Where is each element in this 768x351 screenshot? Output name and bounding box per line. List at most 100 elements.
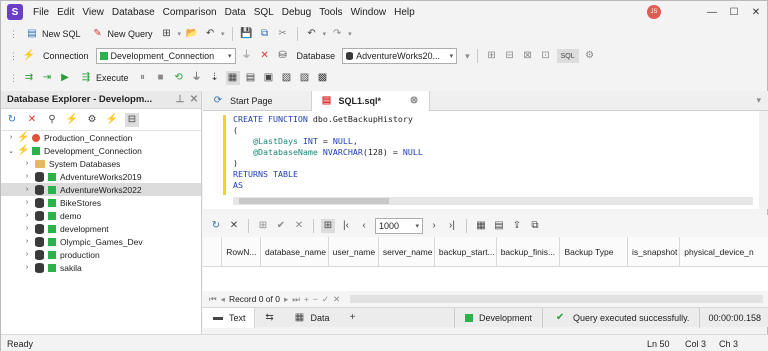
- tree-item[interactable]: › ⚡ Production_Connection: [1, 131, 201, 144]
- copy-results-icon[interactable]: ⧉: [528, 219, 542, 233]
- undo-arrow-icon[interactable]: ↶: [305, 27, 319, 41]
- column-header[interactable]: is_snapshot: [628, 237, 681, 267]
- nav-first-icon[interactable]: ⏮: [209, 294, 217, 305]
- play-icon[interactable]: ▶: [58, 71, 72, 85]
- expander-icon[interactable]: ›: [23, 251, 31, 258]
- menu-file[interactable]: File: [29, 7, 53, 18]
- expander-icon[interactable]: ›: [23, 264, 31, 271]
- next-page-icon[interactable]: ›: [427, 219, 441, 233]
- tab-text[interactable]: ▬ Text: [203, 307, 255, 328]
- tab-data[interactable]: ▦ Data: [285, 308, 338, 328]
- chart-icon[interactable]: ▨: [298, 71, 312, 85]
- query-tool-icon-1[interactable]: ⊞: [485, 49, 499, 63]
- run-script-icon[interactable]: ⇉: [22, 71, 36, 85]
- grid-view-icon[interactable]: ▦: [474, 219, 488, 233]
- stop-icon[interactable]: ■: [154, 71, 168, 85]
- profiler-icon[interactable]: ⇣: [208, 71, 222, 85]
- collapse-all-icon[interactable]: ⊟: [125, 112, 139, 127]
- nav-remove-icon[interactable]: −: [313, 294, 318, 304]
- last-page-icon[interactable]: ›|: [445, 219, 459, 233]
- new-item-icon[interactable]: ⊞: [160, 27, 174, 41]
- column-header[interactable]: server_name: [378, 237, 435, 267]
- text-mode-icon[interactable]: ▤: [244, 71, 258, 85]
- disconnect-icon[interactable]: ✕: [258, 49, 272, 63]
- apply-icon[interactable]: ✔: [274, 219, 288, 233]
- query-tool-icon-3[interactable]: ⊠: [521, 49, 535, 63]
- column-header[interactable]: RowN...: [222, 237, 261, 267]
- code-hscrollbar[interactable]: [233, 197, 753, 205]
- query-tool-icon-4[interactable]: ⊡: [539, 49, 553, 63]
- query-tool-icon-2[interactable]: ⊟: [503, 49, 517, 63]
- tree-item[interactable]: › demo: [1, 209, 201, 222]
- undo-icon[interactable]: ↶: [203, 27, 217, 41]
- tab-sql1[interactable]: ▤ SQL1.sql* ⊗: [310, 90, 431, 111]
- menu-database[interactable]: Database: [108, 7, 159, 18]
- export-icon[interactable]: ▧: [280, 71, 294, 85]
- pause-icon[interactable]: ⏸: [136, 71, 150, 85]
- form-view-icon[interactable]: ▤: [492, 219, 506, 233]
- code-vscrollbar[interactable]: [759, 111, 768, 209]
- expander-icon[interactable]: ›: [23, 160, 31, 167]
- nav-add-icon[interactable]: +: [304, 294, 309, 304]
- menu-view[interactable]: View: [78, 7, 108, 18]
- expander-icon[interactable]: ›: [23, 186, 31, 193]
- minimize-icon[interactable]: —: [701, 7, 723, 18]
- expander-icon[interactable]: ›: [23, 238, 31, 245]
- maximize-icon[interactable]: ☐: [723, 7, 745, 18]
- report-icon[interactable]: ▩: [316, 71, 330, 85]
- avatar[interactable]: JS: [647, 5, 661, 19]
- nav-next-icon[interactable]: ▸: [284, 294, 288, 305]
- new-connection-icon[interactable]: ⚡: [65, 113, 79, 127]
- save-icon[interactable]: 💾: [240, 27, 254, 41]
- expander-icon[interactable]: ›: [7, 134, 15, 141]
- nav-prev-icon[interactable]: ◂: [221, 294, 225, 305]
- tree-item[interactable]: › development: [1, 222, 201, 235]
- tree-item[interactable]: ⌄ ⚡ Development_Connection: [1, 144, 201, 157]
- refresh-results-icon[interactable]: ↻: [209, 219, 223, 233]
- plan-icon[interactable]: ⏚: [190, 71, 204, 85]
- prev-page-icon[interactable]: ‹: [357, 219, 371, 233]
- expander-icon[interactable]: ›: [23, 212, 31, 219]
- expander-icon[interactable]: ›: [23, 173, 31, 180]
- menu-tools[interactable]: Tools: [315, 7, 346, 18]
- open-folder-icon[interactable]: 📂: [185, 27, 199, 41]
- expander-icon[interactable]: ›: [23, 225, 31, 232]
- cut-icon[interactable]: ✂: [276, 27, 290, 41]
- history-icon[interactable]: ⟲: [172, 71, 186, 85]
- disconnect-all-icon[interactable]: ⚡: [105, 113, 119, 127]
- tree-item[interactable]: › AdventureWorks2019: [1, 170, 201, 183]
- menu-help[interactable]: Help: [390, 7, 419, 18]
- tree-item[interactable]: › AdventureWorks2022: [1, 183, 201, 196]
- menu-sql[interactable]: SQL: [250, 7, 278, 18]
- new-sql-button[interactable]: ▤ New SQL: [22, 25, 84, 43]
- discard-icon[interactable]: ✕: [292, 219, 306, 233]
- tree-item[interactable]: › Olympic_Games_Dev: [1, 235, 201, 248]
- first-page-icon[interactable]: |‹: [339, 219, 353, 233]
- grid-mode-icon[interactable]: ▦: [225, 71, 240, 85]
- filter-icon[interactable]: ⚲: [45, 113, 59, 127]
- cancel-results-icon[interactable]: ✕: [227, 219, 241, 233]
- delete-icon[interactable]: ✕: [25, 113, 39, 127]
- column-header[interactable]: physical_device_n: [680, 237, 768, 267]
- connect-icon[interactable]: ⏚: [240, 49, 254, 63]
- tab-swap[interactable]: ⇆: [255, 308, 285, 328]
- expander-icon[interactable]: ›: [23, 199, 31, 206]
- grid-options-icon[interactable]: ⊞: [321, 219, 335, 233]
- menu-window[interactable]: Window: [347, 7, 391, 18]
- tab-start-page[interactable]: ⟳ Start Page: [203, 91, 281, 111]
- pivot-icon[interactable]: ▣: [262, 71, 276, 85]
- row-selector-header[interactable]: [203, 237, 223, 267]
- close-panel-icon[interactable]: ✕: [187, 93, 201, 107]
- column-header[interactable]: backup_start...: [434, 237, 497, 267]
- save-all-icon[interactable]: ⧉: [258, 27, 272, 41]
- execute-button[interactable]: ⇶ Execute: [76, 69, 132, 87]
- tree-item[interactable]: › System Databases: [1, 157, 201, 170]
- column-header[interactable]: database_name: [261, 237, 329, 267]
- expander-icon[interactable]: ⌄: [7, 147, 15, 155]
- results-grid[interactable]: RowN... database_name user_name server_name…: [203, 237, 768, 291]
- settings-icon[interactable]: ⚙: [583, 49, 597, 63]
- close-icon[interactable]: ✕: [745, 7, 767, 18]
- column-header[interactable]: Backup Type: [560, 237, 629, 267]
- code-editor[interactable]: CREATE FUNCTION dbo.GetBackupHistory ( @…: [203, 111, 768, 209]
- database-select[interactable]: AdventureWorks20... ▾: [342, 48, 458, 64]
